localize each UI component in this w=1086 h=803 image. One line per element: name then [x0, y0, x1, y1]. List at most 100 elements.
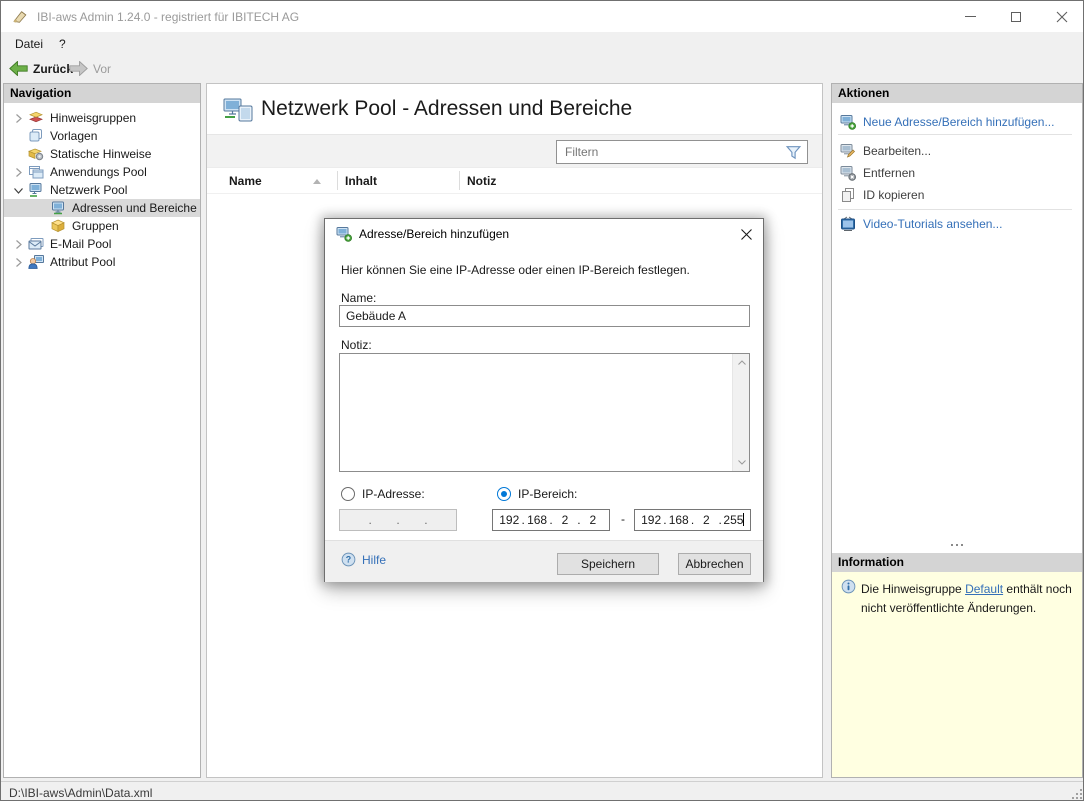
chevron-down-icon[interactable] [8, 186, 28, 195]
resize-grip[interactable] [1070, 787, 1082, 799]
add-address-dialog-icon [336, 227, 352, 242]
sidebar-item-label: Adressen und Bereiche [72, 201, 197, 215]
filter-input[interactable] [557, 145, 785, 159]
help-icon: ? [341, 552, 356, 567]
filter-funnel-icon[interactable] [785, 144, 802, 161]
octet: 168 [527, 513, 548, 527]
video-tutorials-icon [840, 216, 856, 232]
octet-dot: . [424, 513, 428, 527]
name-label: Name: [341, 291, 377, 305]
help-link[interactable]: ? Hilfe [341, 552, 386, 567]
sort-ascending-icon [313, 179, 321, 184]
action-edit[interactable]: Bearbeiten... [840, 142, 931, 160]
chevron-right-icon[interactable] [8, 239, 28, 249]
sidebar-item-label: Attribut Pool [50, 255, 116, 269]
adressen-bereiche-icon [50, 200, 66, 216]
sidebar-item-hinweisgruppen[interactable]: Hinweisgruppen [4, 109, 200, 127]
filter-bar [207, 134, 822, 168]
octet-dot: . [368, 513, 372, 527]
ip-range-radio[interactable] [497, 487, 511, 501]
octet: 255 [722, 513, 746, 527]
sidebar-item-email-pool[interactable]: E-Mail Pool [4, 235, 200, 253]
action-label: Bearbeiten... [863, 144, 932, 158]
chevron-right-icon[interactable] [8, 167, 28, 177]
sidebar-item-label: Vorlagen [50, 129, 98, 143]
edit-icon [840, 143, 856, 159]
back-button[interactable]: Zurück [9, 59, 73, 78]
save-button-label: Speichern [580, 557, 636, 571]
ip-range-radio-label[interactable]: IP-Bereich: [518, 487, 577, 501]
default-group-link[interactable]: Default [965, 582, 1003, 596]
column-header-name[interactable]: Name [229, 174, 262, 188]
sidebar-item-attribut-pool[interactable]: Attribut Pool [4, 253, 200, 271]
information-panel: Die Hinweisgruppe Default enthält noch n… [832, 572, 1082, 777]
note-label: Notiz: [341, 338, 372, 352]
actions-panel-header: Aktionen [832, 84, 1082, 103]
copy-icon [840, 187, 856, 203]
sidebar-item-netzwerk-pool[interactable]: Netzwerk Pool [4, 181, 200, 199]
column-separator[interactable] [459, 171, 460, 190]
action-label: ID kopieren [863, 188, 925, 202]
scroll-down-button[interactable] [733, 454, 750, 471]
name-field-box [339, 305, 750, 327]
remove-icon [840, 165, 856, 181]
sidebar-item-adressen-und-bereiche[interactable]: Adressen und Bereiche [4, 199, 200, 217]
chevron-down-icon [737, 460, 746, 465]
action-add-address[interactable]: Neue Adresse/Bereich hinzufügen... [840, 113, 1054, 131]
information-panel-header: Information [832, 553, 1082, 572]
chevron-up-icon [737, 360, 746, 365]
sidebar-item-gruppen[interactable]: Gruppen [4, 217, 200, 235]
minimize-icon [964, 16, 976, 17]
action-label: Neue Adresse/Bereich hinzufügen... [863, 115, 1055, 129]
note-scrollbar[interactable] [732, 354, 749, 471]
sidebar-item-statische-hinweise[interactable]: Statische Hinweise [4, 145, 200, 163]
navigation-panel: Navigation Hinweisgruppen Vorlagen Stati… [3, 83, 201, 778]
back-label: Zurück [33, 61, 74, 76]
cancel-button[interactable]: Abbrechen [678, 553, 751, 575]
gruppen-icon [50, 218, 66, 234]
menu-help[interactable]: ? [54, 36, 71, 53]
separator [838, 209, 1072, 210]
chevron-right-icon[interactable] [8, 257, 28, 267]
column-header-inhalt[interactable]: Inhalt [345, 174, 377, 188]
close-icon [1056, 11, 1068, 22]
statische-hinweise-icon [28, 146, 44, 162]
data-file-path: D:\IBI-aws\Admin\Data.xml [9, 786, 153, 800]
close-button[interactable] [1039, 1, 1083, 32]
column-header-notiz[interactable]: Notiz [467, 174, 496, 188]
maximize-button[interactable] [993, 1, 1039, 32]
minimize-button[interactable] [947, 1, 993, 32]
action-copy-id[interactable]: ID kopieren [840, 186, 924, 204]
ip-address-field: . . . [339, 509, 457, 531]
panel-splitter-grip[interactable] [832, 537, 1082, 553]
filter-input-box[interactable] [556, 140, 808, 164]
note-textarea[interactable] [339, 353, 750, 472]
action-remove[interactable]: Entfernen [840, 164, 915, 182]
octet: 192 [499, 513, 520, 527]
ip-range-to-field[interactable]: 192. 168. 2. 255 [634, 509, 751, 531]
octet: 168 [668, 513, 689, 527]
column-separator[interactable] [337, 171, 338, 190]
ip-address-radio[interactable] [341, 487, 355, 501]
email-pool-icon [28, 236, 44, 252]
actions-panel: Aktionen Neue Adresse/Bereich hinzufügen… [831, 83, 1083, 778]
app-icon [13, 11, 27, 23]
scroll-up-button[interactable] [733, 354, 750, 371]
ip-range-from-field[interactable]: 192. 168. 2. 2 [492, 509, 610, 531]
ip-address-radio-label[interactable]: IP-Adresse: [362, 487, 425, 501]
window-title: IBI-aws Admin 1.24.0 - registriert für I… [37, 10, 300, 24]
help-label: Hilfe [362, 552, 387, 567]
octet: 2 [589, 513, 597, 527]
forward-button[interactable]: Vor [69, 59, 111, 78]
save-button[interactable]: Speichern [557, 553, 659, 575]
menu-datei[interactable]: Datei [10, 36, 48, 53]
anwendungs-pool-icon [28, 164, 44, 180]
chevron-right-icon[interactable] [8, 113, 28, 123]
sidebar-item-anwendungs-pool[interactable]: Anwendungs Pool [4, 163, 200, 181]
sidebar-item-vorlagen[interactable]: Vorlagen [4, 127, 200, 145]
name-field[interactable] [340, 306, 749, 326]
maximize-icon [1011, 11, 1021, 22]
status-bar: D:\IBI-aws\Admin\Data.xml [1, 781, 1083, 800]
dialog-close-button[interactable] [729, 219, 763, 249]
action-video-tutorials[interactable]: Video-Tutorials ansehen... [840, 215, 1002, 233]
